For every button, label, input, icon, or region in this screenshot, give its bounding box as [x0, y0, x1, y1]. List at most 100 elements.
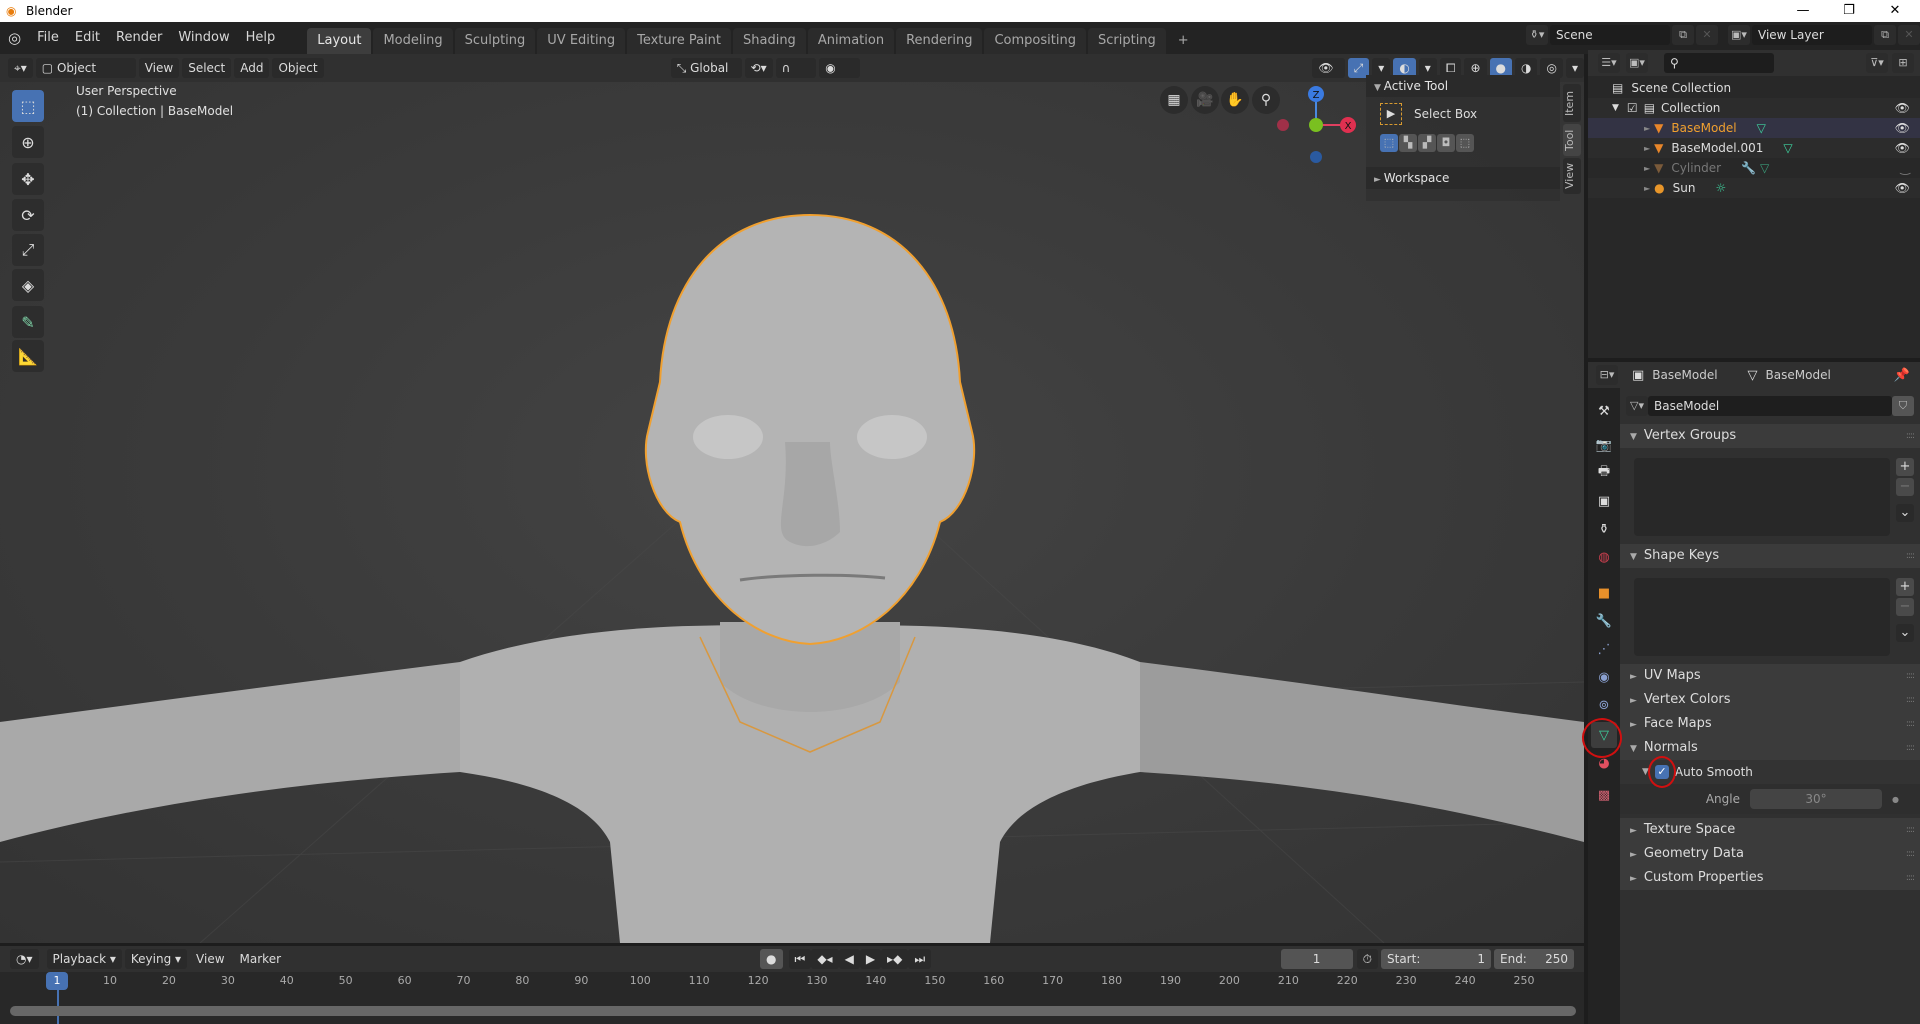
tab-modeling[interactable]: Modeling	[373, 28, 453, 54]
filter-icon[interactable]: ⊽▾	[1866, 53, 1888, 73]
prev-keyframe-button[interactable]: ◆◂	[811, 949, 839, 969]
editor-type-icon[interactable]: ⊟▾	[1596, 365, 1618, 385]
end-frame-field[interactable]: End: 250	[1494, 949, 1574, 969]
menu-edit[interactable]: Edit	[67, 26, 108, 50]
add-vertex-group-button[interactable]: +	[1896, 458, 1914, 476]
playhead[interactable]: 1	[46, 972, 68, 990]
mesh-data-icon[interactable]: ▽	[1757, 121, 1766, 135]
scale-tool[interactable]: ⤢	[12, 234, 44, 266]
texture-space-panel-header[interactable]: ► Texture Space::::	[1620, 818, 1920, 842]
view-layer-field[interactable]: View Layer	[1752, 25, 1872, 45]
modifier-tab-icon[interactable]: 🔧	[1591, 608, 1617, 634]
vertex-group-specials-button[interactable]: ⌄	[1896, 504, 1914, 522]
scene-field[interactable]: Scene	[1550, 25, 1670, 45]
mesh-browse-icon[interactable]: ▽▾	[1626, 396, 1648, 416]
new-scene-icon[interactable]: ⧉	[1672, 25, 1694, 45]
transform-tool[interactable]: ◈	[12, 269, 44, 301]
uv-maps-panel-header[interactable]: ► UV Maps::::	[1620, 664, 1920, 688]
shape-key-specials-button[interactable]: ⌄	[1896, 624, 1914, 642]
menu-select[interactable]: Select	[182, 58, 232, 78]
visibility-icon[interactable]: 👁▾	[1312, 58, 1345, 95]
jump-end-button[interactable]: ⏭	[908, 949, 932, 969]
play-button[interactable]: ▶	[859, 949, 882, 969]
timeline-ruler[interactable]: 10 20 30 40 50 60 70 80 90 100 110 120 130 140 150 160 1…	[0, 972, 1584, 992]
timeline-scrollbar[interactable]	[10, 1006, 1576, 1016]
tab-compositing[interactable]: Compositing	[984, 28, 1086, 54]
marker-menu[interactable]: Marker	[234, 949, 287, 969]
tab-texture-paint[interactable]: Texture Paint	[627, 28, 731, 54]
tab-tool[interactable]: Tool	[1563, 124, 1581, 156]
scene-tab-icon[interactable]: ⚱	[1591, 516, 1617, 542]
select-box-tool[interactable]: ⬚	[12, 90, 44, 122]
outliner-row-basemodel[interactable]: ► ▼ BaseModel ▽ 👁	[1588, 118, 1920, 138]
record-button[interactable]: ●	[760, 949, 783, 969]
outliner-row-basemodel-001[interactable]: ► ▼ BaseModel.001 ▽ 👁	[1588, 138, 1920, 158]
mode-invert-icon[interactable]: ◘	[1437, 134, 1455, 152]
tab-sculpting[interactable]: Sculpting	[454, 28, 536, 54]
object-tab-icon[interactable]: ■	[1591, 580, 1617, 606]
tab-rendering[interactable]: Rendering	[896, 28, 983, 54]
visibility-eye-icon[interactable]: 👁	[1895, 121, 1910, 135]
current-frame-field[interactable]: 1	[1280, 949, 1353, 969]
mode-subtract-icon[interactable]: ▞	[1418, 134, 1436, 152]
constraints-tab-icon[interactable]: ⊚	[1591, 692, 1617, 718]
angle-field[interactable]: 30°	[1750, 789, 1882, 809]
expand-arrow-icon[interactable]: ►	[1644, 184, 1650, 193]
playback-menu[interactable]: Playback ▾	[46, 949, 122, 969]
mode-extend-icon[interactable]: ▚	[1399, 134, 1417, 152]
outliner-row-collection[interactable]: ▼ ☑ ▤ Collection 👁	[1588, 98, 1920, 118]
vertex-groups-list[interactable]	[1634, 458, 1890, 536]
texture-tab-icon[interactable]: ▩	[1591, 782, 1617, 808]
visibility-eye-icon[interactable]: 👁	[1895, 141, 1910, 155]
visibility-eye-icon[interactable]: 👁	[1895, 101, 1910, 115]
drag-handle-icon[interactable]: ::::	[1906, 736, 1915, 760]
fake-user-icon[interactable]: ⛉	[1892, 396, 1914, 416]
remove-shape-key-button[interactable]: −	[1896, 598, 1914, 616]
new-collection-icon[interactable]: ⊞	[1892, 53, 1914, 73]
camera-view-icon[interactable]: 🎥	[1191, 86, 1219, 114]
vertex-groups-panel-header[interactable]: ▼ Vertex Groups::::	[1620, 424, 1920, 448]
cursor-tool[interactable]: ⊕	[12, 126, 44, 158]
output-tab-icon[interactable]: 🖶	[1591, 460, 1617, 486]
menu-add[interactable]: Add	[234, 58, 270, 78]
particles-tab-icon[interactable]: ⋰	[1591, 636, 1617, 662]
scene-icon[interactable]: ⚱▾	[1526, 25, 1548, 45]
workspace-header[interactable]: ► Workspace	[1366, 167, 1560, 189]
next-keyframe-button[interactable]: ▸◆	[881, 949, 909, 969]
drag-handle-icon[interactable]: ::::	[1906, 424, 1915, 448]
proportional-edit-icon[interactable]: ◉ ⋀▾	[819, 58, 861, 95]
navigation-gizmo[interactable]: Z X	[1270, 82, 1360, 172]
tab-uv-editing[interactable]: UV Editing	[537, 28, 626, 54]
expand-arrow-icon[interactable]: ►	[1644, 164, 1650, 173]
delete-view-layer-icon[interactable]: ✕	[1898, 25, 1920, 45]
outliner-row-cylinder[interactable]: ► ▼ Cylinder 🔧 ▽ ‿	[1588, 158, 1920, 178]
restore-button[interactable]: ❐	[1826, 0, 1872, 22]
menu-file[interactable]: File	[29, 26, 67, 50]
outliner-search[interactable]: ⚲	[1664, 53, 1774, 73]
tab-animation[interactable]: Animation	[807, 28, 895, 54]
measure-tool[interactable]: 📐	[12, 340, 44, 372]
face-maps-panel-header[interactable]: ► Face Maps::::	[1620, 712, 1920, 736]
start-frame-field[interactable]: Start: 1	[1381, 949, 1491, 969]
editor-type-icon[interactable]: ◔▾	[10, 949, 39, 969]
outliner-scene-collection[interactable]: ▤ Scene Collection	[1588, 78, 1920, 98]
tab-layout[interactable]: Layout	[307, 28, 372, 54]
toggle-perspective-icon[interactable]: ▦	[1160, 86, 1188, 114]
mesh-data-icon[interactable]: ▽	[1760, 161, 1769, 175]
world-tab-icon[interactable]: ◍	[1591, 544, 1617, 570]
keying-menu[interactable]: Keying ▾	[124, 949, 188, 969]
snap-icon[interactable]: ∩ ▥▾	[775, 58, 817, 95]
expand-arrow-icon[interactable]: ►	[1644, 144, 1650, 153]
new-view-layer-icon[interactable]: ⧉	[1874, 25, 1896, 45]
blender-menu-icon[interactable]: ◎	[0, 26, 29, 50]
visibility-eye-icon[interactable]: 👁	[1895, 181, 1910, 195]
tab-view[interactable]: View	[1563, 158, 1581, 194]
render-tab-icon[interactable]: 📷	[1591, 432, 1617, 458]
mode-new-icon[interactable]: ⬚	[1380, 134, 1398, 152]
play-reverse-button[interactable]: ◀	[838, 949, 860, 969]
drag-handle-icon[interactable]: ::::	[1906, 866, 1915, 890]
gizmo-neg-x[interactable]	[1277, 119, 1289, 131]
rotate-tool[interactable]: ⟳	[12, 199, 44, 231]
mode-intersect-icon[interactable]: ⬚	[1456, 134, 1474, 152]
pan-view-icon[interactable]: ✋	[1221, 86, 1249, 114]
